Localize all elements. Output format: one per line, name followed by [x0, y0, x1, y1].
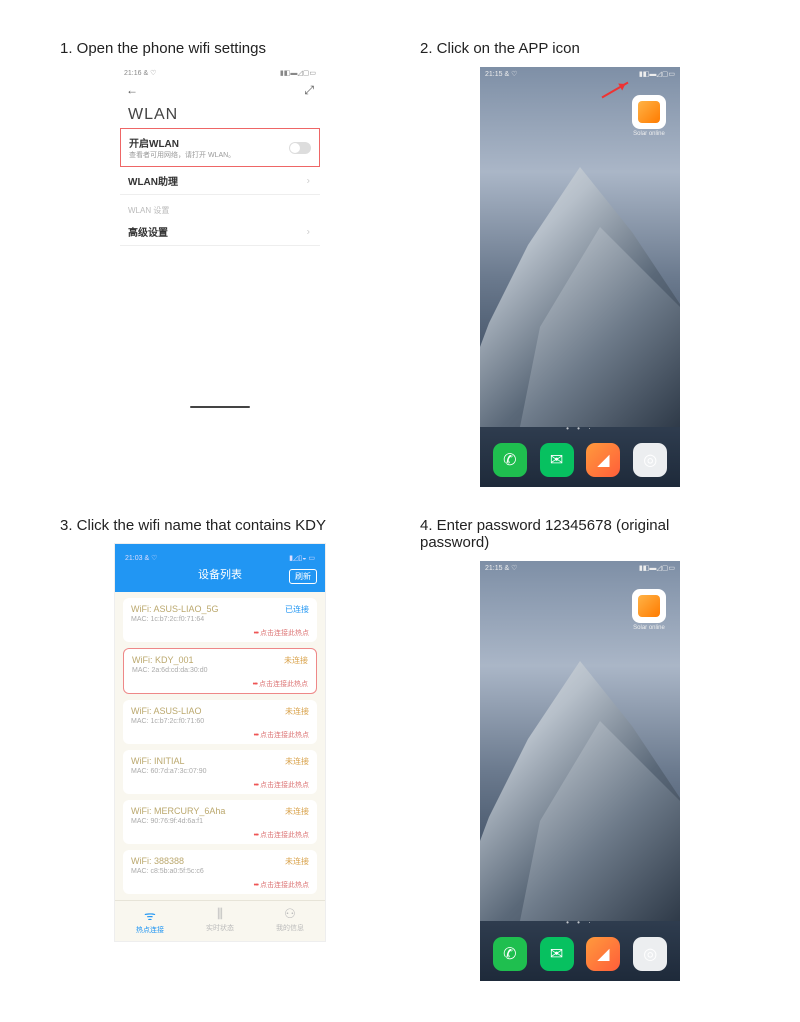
step-3: 3. Click the wifi name that contains KDY… — [60, 517, 380, 981]
wifi-name: WiFi: ASUS-LIAO — [131, 706, 309, 716]
wifi-mac: MAC: c8:5b:a0:5f:5c:c6 — [131, 868, 309, 875]
step-1-title: 1. Open the phone wifi settings — [60, 40, 380, 57]
step-4: 4. Enter password 12345678 (original pas… — [420, 517, 740, 981]
step-2-title: 2. Click on the APP icon — [420, 40, 740, 57]
step-3-screenshot: 21:03 & ♡ ▮◿▯◒ ▭ 设备列表 刷新 WiFi: ASUS-LIAO… — [115, 544, 325, 941]
wlan-advanced-label: 高级设置 — [128, 224, 312, 239]
step-4-title: 4. Enter password 12345678 (original pas… — [420, 517, 740, 551]
solar-online-app-icon[interactable] — [632, 589, 666, 623]
wechat-app-icon[interactable]: ✉ — [540, 937, 574, 971]
chart-icon: ⫼ — [185, 906, 254, 922]
wlan-enable-sub: 查看者可用网络，请打开 WLAN。 — [129, 150, 311, 160]
page-indicator: • • · — [480, 424, 680, 433]
wifi-icon: ᯤ — [115, 906, 184, 924]
wifi-mac: MAC: 1c:b7:2c:f0:71:60 — [131, 718, 309, 725]
step-2-screenshot: 21:15 & ♡ ▮◧▬◿▢▭ Solar online • • · ✆ ✉ … — [480, 67, 680, 487]
tab-hotspot-label: 热点连接 — [136, 927, 164, 934]
wifi-name: WiFi: INITIAL — [131, 756, 309, 766]
wifi-hint: •••点击连接此热点 — [254, 628, 309, 638]
wifi-name: WiFi: 388388 — [131, 856, 309, 866]
wlan-enable-row[interactable]: 开启WLAN 查看者可用网络，请打开 WLAN。 — [120, 128, 320, 167]
camera-app-icon[interactable]: ◎ — [633, 937, 667, 971]
status-time: 21:03 & ♡ — [125, 554, 157, 562]
solar-online-app-label: Solar online — [624, 625, 674, 631]
wifi-status: 未连接 — [284, 655, 308, 666]
wifi-network-card[interactable]: WiFi: 388388 MAC: c8:5b:a0:5f:5c:c6未连接 •••… — [123, 850, 317, 894]
wifi-mac: MAC: 1c:b7:2c:f0:71:64 — [131, 616, 309, 623]
page-indicator: • • · — [480, 918, 680, 927]
device-list-title: 设备列表 — [198, 569, 242, 581]
wifi-mac: MAC: 90:76:9f:4d:6a:f1 — [131, 818, 309, 825]
home-indicator — [190, 406, 250, 408]
tab-mine[interactable]: ⚇ 我的信息 — [255, 906, 324, 935]
refresh-button[interactable]: 刷新 — [289, 569, 317, 584]
tab-hotspot[interactable]: ᯤ 热点连接 — [115, 906, 184, 935]
wifi-network-card[interactable]: WiFi: MERCURY_6Aha MAC: 90:76:9f:4d:6a:f1… — [123, 800, 317, 844]
wifi-name: WiFi: MERCURY_6Aha — [131, 806, 309, 816]
step-3-title: 3. Click the wifi name that contains KDY — [60, 517, 380, 534]
status-icons: ▮◧▬◿▢▭ — [639, 564, 675, 572]
tab-realtime[interactable]: ⫼ 实时状态 — [185, 906, 254, 935]
status-icons: ▮◧▬◿▢▭ — [639, 70, 675, 78]
solar-online-app-icon[interactable] — [632, 95, 666, 129]
status-time: 21:15 & ♡ — [485, 70, 517, 78]
tab-mine-label: 我的信息 — [276, 925, 304, 932]
wifi-mac: MAC: 60:7d:a7:3c:07:90 — [131, 768, 309, 775]
chevron-right-icon: › — [307, 226, 310, 237]
notes-app-icon[interactable]: ◢ — [586, 937, 620, 971]
phone-app-icon[interactable]: ✆ — [493, 443, 527, 477]
status-time: 21:16 & ♡ — [124, 69, 156, 77]
wifi-network-card[interactable]: WiFi: KDY_001 MAC: 2a:6d:cd:da:30:d0未连接 ••… — [123, 648, 317, 694]
step-1: 1. Open the phone wifi settings 21:16 & … — [60, 40, 380, 487]
wifi-network-card[interactable]: WiFi: ASUS-LIAO_5G MAC: 1c:b7:2c:f0:71:64… — [123, 598, 317, 642]
step-4-screenshot: 21:15 & ♡ ▮◧▬◿▢▭ Solar online • • · ✆ ✉ … — [480, 561, 680, 981]
wlan-advanced-row[interactable]: 高级设置 › — [120, 218, 320, 246]
person-icon: ⚇ — [255, 906, 324, 922]
status-icons: ▮◧▬◿▢▭ — [280, 69, 316, 77]
wifi-hint: •••点击连接此热点 — [253, 679, 308, 689]
phone-app-icon[interactable]: ✆ — [493, 937, 527, 971]
wifi-hint: •••点击连接此热点 — [254, 730, 309, 740]
scan-icon[interactable]: ⤢ — [304, 83, 314, 98]
camera-app-icon[interactable]: ◎ — [633, 443, 667, 477]
chevron-right-icon: › — [307, 175, 310, 186]
wifi-status: 未连接 — [285, 856, 309, 867]
wifi-mac: MAC: 2a:6d:cd:da:30:d0 — [132, 667, 308, 674]
solar-online-app-label: Solar online — [624, 131, 674, 137]
step-2: 2. Click on the APP icon 21:15 & ♡ ▮◧▬◿▢… — [420, 40, 740, 487]
notes-app-icon[interactable]: ◢ — [586, 443, 620, 477]
status-icons: ▮◿▯◒ ▭ — [289, 554, 315, 562]
wifi-status: 未连接 — [285, 706, 309, 717]
status-time: 21:15 & ♡ — [485, 564, 517, 572]
wifi-network-card[interactable]: WiFi: INITIAL MAC: 60:7d:a7:3c:07:90未连接 ••… — [123, 750, 317, 794]
wlan-assistant-label: WLAN助理 — [128, 173, 312, 188]
dock: ✆ ✉ ◢ ◎ — [480, 443, 680, 477]
wlan-toggle[interactable] — [289, 142, 311, 154]
wlan-section-label: WLAN 设置 — [120, 195, 320, 218]
step-1-screenshot: 21:16 & ♡ ▮◧▬◿▢▭ ← ⤢ WLAN 开启WLAN 查看者可用网络… — [120, 67, 320, 408]
wifi-network-list: WiFi: ASUS-LIAO_5G MAC: 1c:b7:2c:f0:71:64… — [115, 598, 325, 894]
wifi-network-card[interactable]: WiFi: ASUS-LIAO MAC: 1c:b7:2c:f0:71:60未连接… — [123, 700, 317, 744]
tab-realtime-label: 实时状态 — [206, 925, 234, 932]
wifi-hint: •••点击连接此热点 — [254, 830, 309, 840]
wifi-name: WiFi: KDY_001 — [132, 655, 308, 665]
bottom-tab-bar: ᯤ 热点连接 ⫼ 实时状态 ⚇ 我的信息 — [115, 900, 325, 937]
wlan-enable-label: 开启WLAN — [129, 135, 311, 150]
dock: ✆ ✉ ◢ ◎ — [480, 937, 680, 971]
wechat-app-icon[interactable]: ✉ — [540, 443, 574, 477]
wifi-hint: •••点击连接此热点 — [254, 780, 309, 790]
wlan-assistant-row[interactable]: WLAN助理 › — [120, 167, 320, 195]
callout-arrow-icon — [602, 82, 629, 99]
wifi-status: 已连接 — [285, 604, 309, 615]
back-icon[interactable]: ← — [126, 83, 138, 98]
wifi-hint: •••点击连接此热点 — [254, 880, 309, 890]
wlan-page-title: WLAN — [120, 102, 320, 128]
wifi-status: 未连接 — [285, 806, 309, 817]
wifi-name: WiFi: ASUS-LIAO_5G — [131, 604, 309, 614]
wifi-status: 未连接 — [285, 756, 309, 767]
